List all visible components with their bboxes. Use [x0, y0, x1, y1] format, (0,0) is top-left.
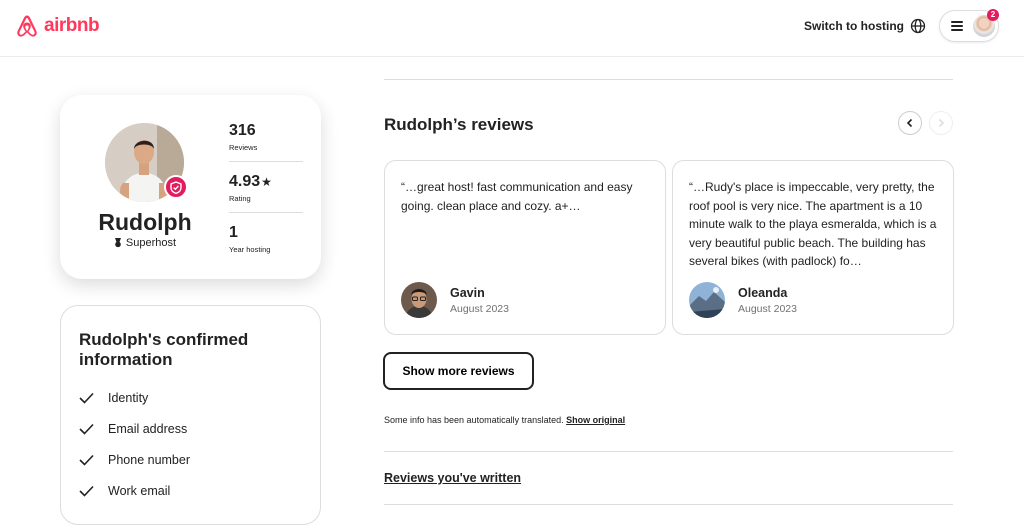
superhost-label: Superhost	[60, 237, 230, 249]
confirmed-item: Email address	[79, 422, 187, 436]
globe-icon[interactable]	[910, 18, 926, 34]
stat-reviews: 316 Reviews	[229, 122, 303, 152]
host-profile-card: Rudolph Superhost 316 Reviews 4.93★ Rati…	[60, 95, 321, 279]
notification-badge: 2	[987, 9, 999, 21]
show-more-reviews-button[interactable]: Show more reviews	[383, 352, 534, 390]
checkmark-icon	[79, 392, 94, 404]
confirmed-item-label: Phone number	[108, 453, 191, 467]
translation-notice-text: Some info has been automatically transla…	[384, 415, 564, 425]
reviewer-avatar	[401, 282, 437, 318]
previous-reviews-button[interactable]	[898, 111, 922, 135]
confirmed-item: Phone number	[79, 453, 190, 467]
review-card[interactable]: “…Rudy's place is impeccable, very prett…	[672, 160, 954, 335]
stat-reviews-label: Reviews	[229, 143, 258, 152]
stat-divider	[229, 212, 303, 213]
top-navigation-bar: airbnb Switch to hosting 2	[0, 0, 1024, 57]
review-text: “…great host! fast communication and eas…	[401, 180, 633, 213]
reviews-written-link[interactable]: Reviews you've written	[384, 471, 521, 485]
checkmark-icon	[79, 423, 94, 435]
confirmed-item: Work email	[79, 484, 170, 498]
reviewer-name: Gavin	[450, 286, 485, 300]
confirmed-item-label: Email address	[108, 422, 188, 436]
airbnb-wordmark: airbnb	[44, 15, 100, 36]
superhost-medal-icon	[114, 238, 121, 248]
stat-years-label: Year hosting	[229, 245, 271, 254]
hamburger-menu-icon	[951, 21, 963, 31]
superhost-badge	[164, 175, 188, 199]
host-name: Rudolph	[98, 209, 192, 235]
switch-to-hosting-link[interactable]: Switch to hosting	[804, 19, 904, 33]
superhost-text: Superhost	[125, 237, 177, 249]
reviewer-avatar	[689, 282, 725, 318]
reviews-title: Rudolph’s reviews	[384, 115, 534, 134]
checkmark-icon	[79, 485, 94, 497]
stat-reviews-value: 316	[229, 122, 256, 139]
airbnb-logo[interactable]: airbnb	[14, 12, 100, 40]
review-date: August 2023	[450, 303, 509, 315]
review-date: August 2023	[738, 303, 797, 315]
shield-check-icon	[170, 180, 182, 194]
confirmed-item-label: Work email	[108, 484, 171, 498]
stat-divider	[229, 161, 303, 162]
translation-notice: Some info has been automatically transla…	[384, 415, 625, 425]
chevron-left-icon	[906, 118, 913, 128]
stat-rating-value: 4.93	[229, 173, 261, 190]
section-divider	[384, 79, 953, 80]
show-original-link[interactable]: Show original	[566, 415, 625, 425]
stat-rating-label: Rating	[229, 194, 251, 203]
review-text: “…Rudy's place is impeccable, very prett…	[689, 180, 937, 268]
checkmark-icon	[79, 454, 94, 466]
reviewer-name: Oleanda	[738, 286, 788, 300]
confirmed-information-title: Rudolph's confirmed information	[79, 330, 249, 369]
star-icon: ★	[261, 175, 272, 189]
next-reviews-button[interactable]	[929, 111, 953, 135]
confirmed-item: Identity	[79, 391, 148, 405]
confirmed-information-card: Rudolph's confirmed information Identity…	[60, 305, 321, 525]
section-divider	[384, 504, 953, 505]
review-card[interactable]: “…great host! fast communication and eas…	[384, 160, 666, 335]
stat-years-value: 1	[229, 224, 238, 241]
section-divider	[384, 451, 953, 452]
confirmed-item-label: Identity	[108, 391, 149, 405]
airbnb-logo-icon	[17, 15, 37, 37]
stat-years: 1 Year hosting	[229, 224, 303, 254]
stat-rating: 4.93★ Rating	[229, 173, 303, 203]
chevron-right-icon	[938, 118, 945, 128]
